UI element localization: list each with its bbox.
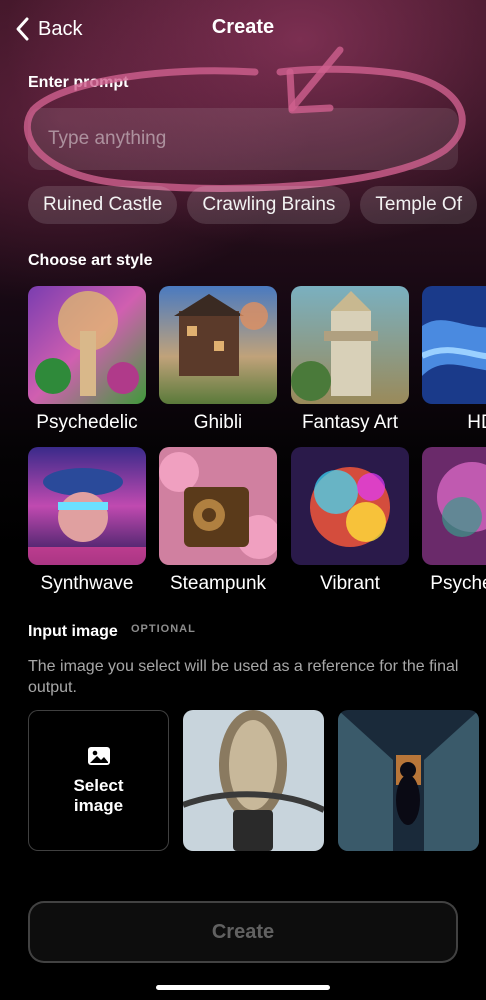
- home-indicator: [156, 985, 330, 990]
- select-image-label: Select image: [73, 775, 124, 815]
- style-thumbnail: [159, 286, 277, 404]
- style-thumbnail: [422, 447, 486, 565]
- style-label: Steampunk: [169, 573, 267, 594]
- style-synthwave[interactable]: Synthwave: [28, 447, 146, 595]
- reference-image-escalator[interactable]: [338, 710, 479, 851]
- create-button[interactable]: Create: [28, 901, 458, 963]
- style-ghibli[interactable]: Ghibli: [159, 286, 277, 434]
- suggestion-chip[interactable]: Ruined Castle: [28, 186, 178, 224]
- input-image-title: Input image: [28, 623, 118, 640]
- style-label: Vibrant: [320, 573, 380, 594]
- prompt-input[interactable]: [48, 128, 458, 150]
- image-icon: [87, 746, 110, 765]
- prompt-label: Enter prompt: [28, 74, 129, 91]
- input-image-description: The image you select will be used as a r…: [28, 658, 459, 696]
- style-psychedelic-alt[interactable]: Psychedelic: [422, 447, 486, 595]
- style-label: Ghibli: [193, 412, 243, 433]
- style-thumbnail: [291, 447, 409, 565]
- reference-image-owl[interactable]: [183, 710, 324, 851]
- page-title: Create: [211, 16, 275, 38]
- style-vibrant[interactable]: Vibrant: [291, 447, 409, 595]
- style-label: Synthwave: [40, 573, 134, 594]
- style-label: HD: [467, 412, 486, 433]
- header: Back Create: [0, 0, 486, 56]
- suggestion-chip[interactable]: Temple Of: [360, 186, 477, 224]
- style-label: Fantasy Art: [301, 412, 399, 433]
- art-style-grid: Psychedelic Ghibli Fantasy Art HD Synthw…: [28, 286, 486, 596]
- prompt-suggestions: Ruined Castle Crawling Brains Temple Of: [28, 186, 477, 224]
- style-label: Psychedelic: [36, 412, 138, 433]
- style-thumbnail: [28, 286, 146, 404]
- style-thumbnail: [159, 447, 277, 565]
- style-fantasy-art[interactable]: Fantasy Art: [291, 286, 409, 434]
- style-thumbnail: [28, 447, 146, 565]
- style-thumbnail: [291, 286, 409, 404]
- suggestion-chip[interactable]: Crawling Brains: [187, 186, 351, 224]
- select-image-button[interactable]: Select image: [28, 710, 169, 851]
- style-psychedelic[interactable]: Psychedelic: [28, 286, 146, 434]
- prompt-field[interactable]: [28, 108, 458, 170]
- art-style-label: Choose art style: [28, 252, 153, 269]
- style-steampunk[interactable]: Steampunk: [159, 447, 277, 595]
- style-label: Psychedelic: [430, 573, 486, 594]
- optional-badge: OPTIONAL: [131, 623, 196, 635]
- style-hd[interactable]: HD: [422, 286, 486, 434]
- style-thumbnail: [422, 286, 486, 404]
